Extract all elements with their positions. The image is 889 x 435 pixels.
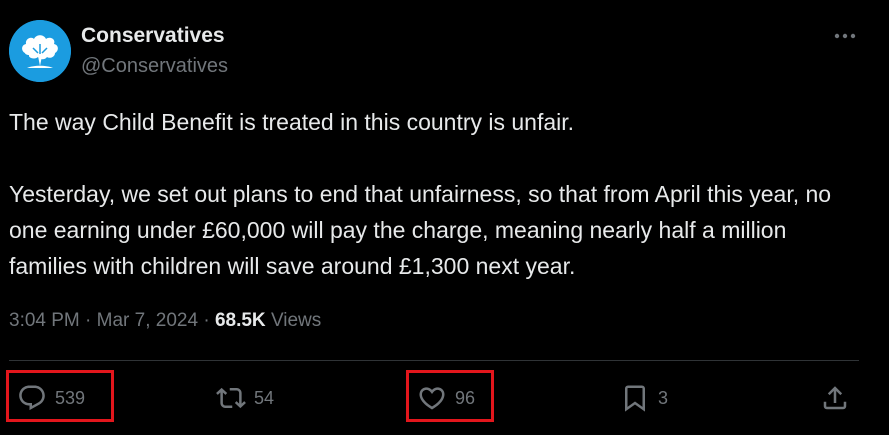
display-name[interactable]: Conservatives	[81, 24, 225, 48]
divider	[9, 360, 859, 361]
retweet-button[interactable]: 54	[216, 380, 274, 416]
bookmark-count: 3	[658, 387, 669, 408]
bookmark-button[interactable]: 3	[620, 380, 668, 416]
retweet-count: 54	[254, 387, 275, 408]
meta-separator: ·	[203, 310, 215, 331]
reply-icon	[19, 385, 45, 411]
avatar[interactable]	[9, 20, 71, 82]
like-count: 96	[455, 387, 476, 408]
user-handle[interactable]: @Conservatives	[81, 55, 228, 78]
reply-count: 539	[55, 387, 86, 408]
oak-tree-logo-icon	[9, 20, 71, 82]
tweet-time[interactable]: 3:04 PM	[9, 310, 80, 331]
heart-icon	[419, 387, 445, 410]
meta-separator: ·	[85, 310, 97, 331]
like-button[interactable]: 96	[417, 380, 475, 416]
bookmark-icon	[625, 385, 645, 412]
tweet-text: The way Child Benefit is treated in this…	[9, 109, 832, 279]
retweet-icon	[216, 387, 246, 409]
tweet-meta: 3:04 PM · Mar 7, 2024 · 68.5K Views	[9, 310, 321, 332]
tweet-date[interactable]: Mar 7, 2024	[97, 310, 198, 331]
reply-button[interactable]: 539	[17, 380, 85, 416]
share-button[interactable]	[820, 380, 850, 416]
more-options-icon[interactable]	[828, 24, 862, 48]
share-icon	[823, 386, 847, 410]
views-count: 68.5K	[214, 310, 266, 331]
views-label: Views	[270, 310, 322, 331]
